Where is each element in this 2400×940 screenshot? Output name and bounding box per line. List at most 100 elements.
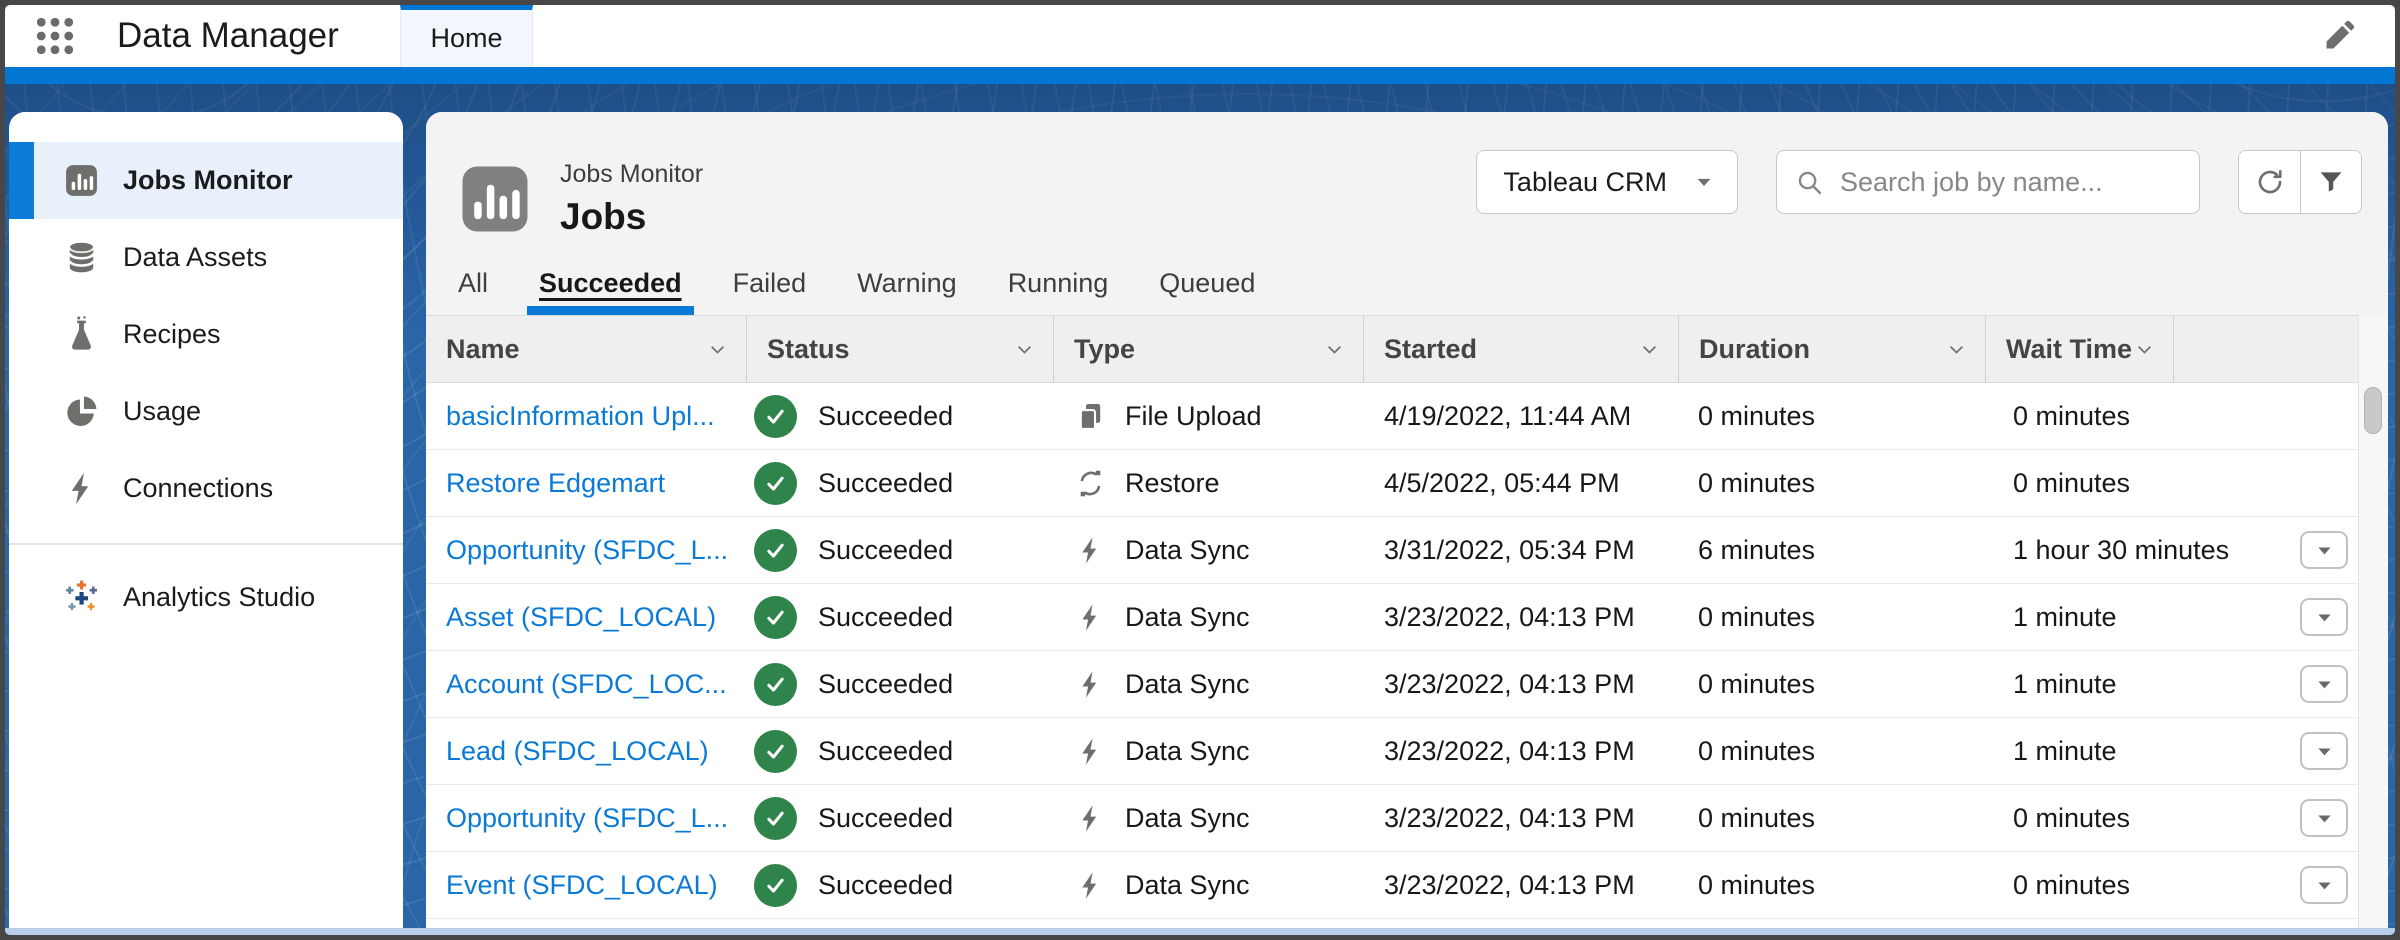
- status-tab[interactable]: All: [456, 251, 490, 315]
- column-header[interactable]: Started: [1364, 316, 1679, 382]
- status-tab[interactable]: Failed: [731, 251, 809, 315]
- type-label: Data Sync: [1125, 870, 1250, 901]
- tab-home[interactable]: Home: [400, 5, 533, 67]
- column-chevron-down-icon[interactable]: [1322, 337, 1347, 362]
- filter-button[interactable]: [2300, 151, 2361, 213]
- status-label: Succeeded: [818, 401, 953, 432]
- status-success-icon: [754, 797, 797, 840]
- column-chevron-down-icon[interactable]: [705, 337, 730, 362]
- status-label: Succeeded: [818, 535, 953, 566]
- job-type-icon: [1075, 736, 1106, 767]
- scrollbar-thumb[interactable]: [2364, 387, 2382, 434]
- status-tab-label: Succeeded: [539, 268, 682, 299]
- status-success-icon: [754, 730, 797, 773]
- cell-name: Restore Edgemart: [426, 468, 730, 499]
- sidebar-item-analytics-studio[interactable]: Analytics Studio: [9, 559, 403, 636]
- status-label: Succeeded: [818, 468, 953, 499]
- sidebar-item-label: Data Assets: [123, 242, 267, 273]
- row-actions-dropdown-button[interactable]: [2300, 665, 2348, 703]
- cell-wait-time: 0 minutes: [1983, 401, 2290, 432]
- sidebar-item[interactable]: Data Assets: [9, 219, 403, 296]
- job-name-link[interactable]: Opportunity (SFDC_L...: [446, 535, 728, 566]
- row-actions-dropdown-button[interactable]: [2300, 732, 2348, 770]
- status-tab[interactable]: Running: [1006, 251, 1111, 315]
- cell-type: Data Sync: [1051, 736, 1358, 767]
- vertical-scrollbar: [2358, 315, 2388, 935]
- job-name-link[interactable]: basicInformation Upl...: [446, 401, 715, 432]
- job-name-link[interactable]: Opportunity (SFDC_L...: [446, 803, 728, 834]
- cell-type: Data Sync: [1051, 803, 1358, 834]
- sidebar-item[interactable]: Jobs Monitor: [9, 142, 403, 219]
- job-name-link[interactable]: Restore Edgemart: [446, 468, 665, 499]
- app-selector-value: Tableau CRM: [1503, 167, 1667, 198]
- analytics-studio-icon: [63, 579, 100, 616]
- sidebar-item[interactable]: Recipes: [9, 296, 403, 373]
- job-name-link[interactable]: Event (SFDC_LOCAL): [446, 870, 718, 901]
- cell-wait-time: 1 hour 30 minutes: [1983, 535, 2290, 566]
- job-type-icon: [1075, 803, 1106, 834]
- cell-status: Succeeded: [730, 529, 1051, 572]
- sidebar-item[interactable]: Connections: [9, 450, 403, 527]
- column-header[interactable]: Status: [747, 316, 1054, 382]
- refresh-button[interactable]: [2239, 151, 2300, 213]
- job-name-link[interactable]: Asset (SFDC_LOCAL): [446, 602, 716, 633]
- cell-duration: 0 minutes: [1668, 669, 1983, 700]
- column-header[interactable]: Wait Time: [1986, 316, 2174, 382]
- search-input[interactable]: [1838, 166, 2183, 199]
- status-label: Succeeded: [818, 803, 953, 834]
- status-tab[interactable]: Queued: [1157, 251, 1257, 315]
- column-header-label: Duration: [1699, 334, 1810, 365]
- triangle-down-icon: [2314, 875, 2335, 896]
- cell-duration: 6 minutes: [1668, 535, 1983, 566]
- cell-wait-time: 0 minutes: [1983, 870, 2290, 901]
- status-label: Succeeded: [818, 669, 953, 700]
- cell-wait-time: 1 minute: [1983, 669, 2290, 700]
- sidebar-item-label: Connections: [123, 473, 273, 504]
- status-success-icon: [754, 663, 797, 706]
- app-launcher-waffle-icon[interactable]: [31, 12, 79, 60]
- column-chevron-down-icon[interactable]: [1012, 337, 1037, 362]
- app-selector-dropdown[interactable]: Tableau CRM: [1476, 150, 1738, 214]
- cell-started: 3/23/2022, 04:13 PM: [1358, 669, 1668, 700]
- cell-name: Opportunity (SFDC_L...: [426, 535, 730, 566]
- type-label: Data Sync: [1125, 602, 1250, 633]
- row-actions-dropdown-button[interactable]: [2300, 866, 2348, 904]
- cell-type: Data Sync: [1051, 870, 1358, 901]
- column-header[interactable]: Duration: [1679, 316, 1986, 382]
- edit-pencil-icon[interactable]: [2319, 16, 2359, 56]
- status-tab[interactable]: Succeeded: [537, 251, 684, 315]
- status-tab[interactable]: Warning: [855, 251, 959, 315]
- job-name-link[interactable]: Account (SFDC_LOC...: [446, 669, 727, 700]
- job-type-icon: [1075, 468, 1106, 499]
- tab-home-label: Home: [430, 23, 502, 54]
- cell-status: Succeeded: [730, 663, 1051, 706]
- triangle-down-icon: [2314, 674, 2335, 695]
- status-tab-label: Running: [1008, 268, 1109, 299]
- sidebar-item-label: Jobs Monitor: [123, 165, 293, 196]
- app-title: Data Manager: [117, 16, 339, 56]
- status-label: Succeeded: [818, 736, 953, 767]
- column-header[interactable]: Name: [426, 316, 747, 382]
- sidebar-item[interactable]: Usage: [9, 373, 403, 450]
- column-chevron-down-icon[interactable]: [1944, 337, 1969, 362]
- job-name-link[interactable]: Lead (SFDC_LOCAL): [446, 736, 709, 767]
- cell-name: Asset (SFDC_LOCAL): [426, 602, 730, 633]
- cell-name: Opportunity (SFDC_L...: [426, 803, 730, 834]
- status-label: Succeeded: [818, 602, 953, 633]
- cell-name: Event (SFDC_LOCAL): [426, 870, 730, 901]
- column-chevron-down-icon[interactable]: [2132, 337, 2157, 362]
- column-chevron-down-icon[interactable]: [1637, 337, 1662, 362]
- row-actions-dropdown-button[interactable]: [2300, 531, 2348, 569]
- triangle-down-icon: [2314, 808, 2335, 829]
- cell-started: 3/23/2022, 04:13 PM: [1358, 602, 1668, 633]
- sidebar-divider: [9, 543, 403, 545]
- cell-duration: 0 minutes: [1668, 602, 1983, 633]
- status-success-icon: [754, 864, 797, 907]
- column-header-actions: [2290, 316, 2358, 382]
- row-actions-dropdown-button[interactable]: [2300, 799, 2348, 837]
- cell-duration: 0 minutes: [1668, 468, 1983, 499]
- sidebar-item-icon: [63, 393, 100, 430]
- column-header[interactable]: Type: [1054, 316, 1364, 382]
- row-actions-dropdown-button[interactable]: [2300, 598, 2348, 636]
- table-row: Lead (SFDC_LOCAL) Succeeded Data Sync 3/…: [426, 718, 2358, 785]
